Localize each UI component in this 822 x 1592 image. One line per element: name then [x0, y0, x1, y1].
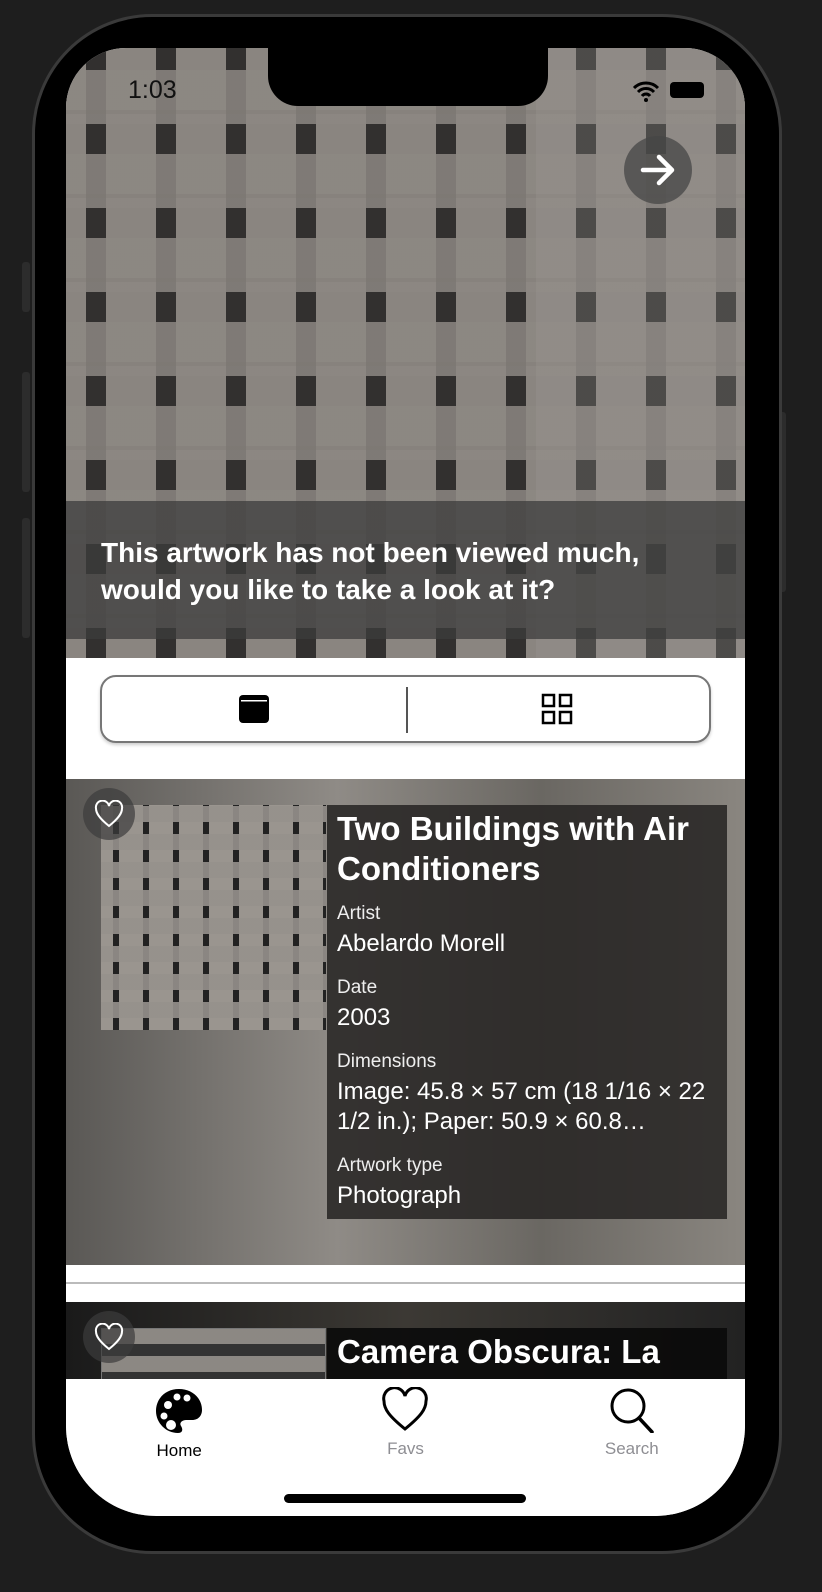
heart-icon	[94, 800, 124, 828]
date-label: Date	[337, 977, 378, 998]
tab-home[interactable]: Home	[66, 1379, 292, 1516]
tab-home-label: Home	[156, 1441, 202, 1460]
date-value: 2003	[337, 1004, 391, 1031]
view-toggle	[100, 675, 711, 743]
artwork-type-label: Artwork type	[337, 1155, 443, 1176]
artwork-card[interactable]: Two Buildings with Air Conditioners Arti…	[66, 779, 745, 1265]
tab-search-label: Search	[604, 1439, 659, 1458]
grid-icon	[542, 693, 573, 725]
mute-switch	[22, 262, 30, 312]
favorite-button[interactable]	[83, 1311, 135, 1363]
artwork-title: Two Buildings with Air Conditioners	[337, 810, 689, 887]
card-view-icon	[238, 695, 269, 723]
volume-down-button	[22, 518, 30, 638]
single-view-option[interactable]	[102, 677, 406, 741]
arrow-right-icon	[640, 154, 675, 186]
artist-label: Artist	[337, 903, 381, 924]
next-artwork-button[interactable]	[624, 136, 692, 204]
hero-artwork-image[interactable]: This artwork has not been viewed much, w…	[66, 48, 745, 658]
dimensions-value: Image: 45.8 × 57 cm (18 1/16 × 22 1/2 in…	[337, 1078, 706, 1135]
tab-favs-label: Favs	[387, 1439, 424, 1458]
hero-banner-text: This artwork has not been viewed much, w…	[66, 501, 745, 639]
volume-up-button	[22, 372, 30, 492]
artwork-title: Camera Obscura: La	[337, 1333, 660, 1370]
favorite-button[interactable]	[83, 788, 135, 840]
artwork-type-value: Photograph	[337, 1182, 462, 1209]
wifi-icon	[632, 81, 660, 102]
divider	[66, 1282, 745, 1284]
grid-view-option[interactable]	[406, 677, 710, 741]
screen: This artwork has not been viewed much, w…	[66, 48, 745, 1516]
home-indicator[interactable]	[284, 1494, 526, 1503]
search-icon	[610, 1388, 654, 1433]
palette-icon	[156, 1389, 203, 1433]
dimensions-label: Dimensions	[337, 1051, 437, 1072]
artist-value: Abelardo Morell	[337, 930, 506, 957]
tab-search[interactable]: Search	[519, 1379, 745, 1516]
heart-icon	[382, 1387, 429, 1431]
status-time: 1:03	[128, 76, 177, 104]
notch	[268, 48, 548, 106]
artwork-info: Two Buildings with Air Conditioners Arti…	[327, 805, 727, 1219]
battery-icon	[670, 82, 704, 98]
heart-icon	[94, 1323, 124, 1351]
artwork-thumbnail	[101, 805, 326, 1030]
